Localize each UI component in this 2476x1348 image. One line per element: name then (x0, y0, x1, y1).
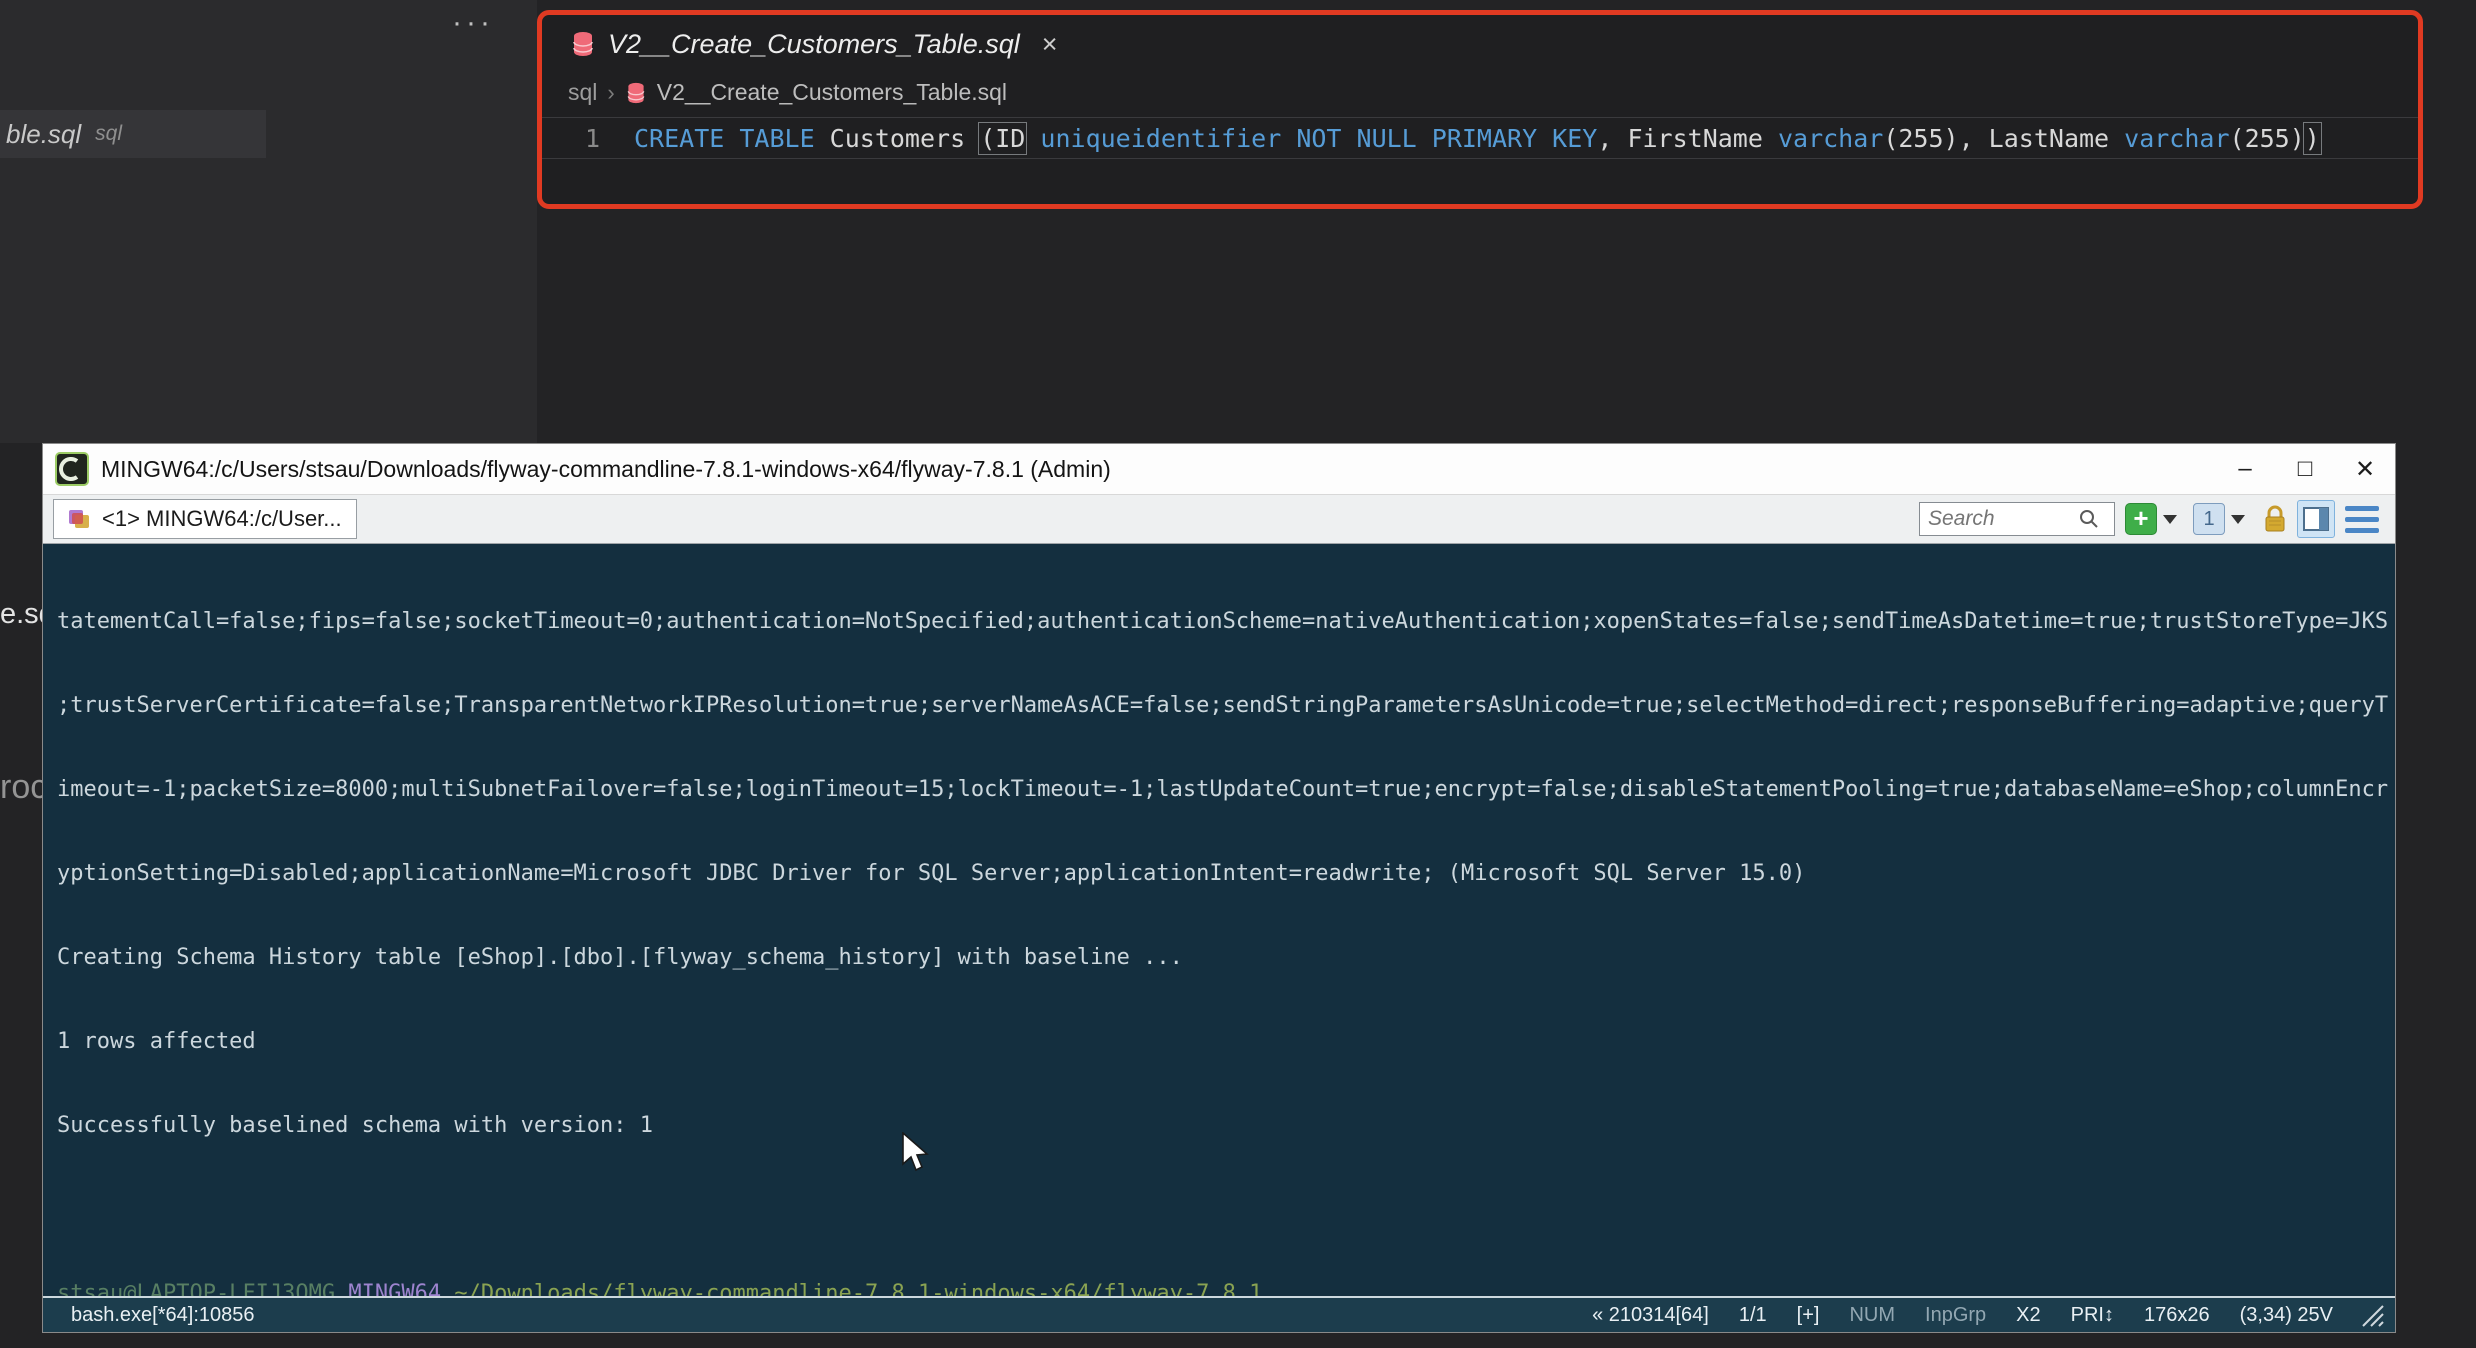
editor-annotation-box: V2__Create_Customers_Table.sql × sql › V… (537, 10, 2423, 209)
editor-tab-label: V2__Create_Customers_Table.sql (608, 28, 1020, 59)
terminal-line: imeout=-1;packetSize=8000;multiSubnetFai… (57, 777, 2389, 802)
code-token-type: uniqueidentifier (1040, 123, 1282, 153)
status-console-count: 1/1 (1738, 1303, 1767, 1326)
status-inpgrp: InpGrp (1925, 1303, 1987, 1326)
terminal-line: tatementCall=false;fips=false;socketTime… (57, 609, 2389, 634)
code-token-plain: (255) (2229, 123, 2305, 153)
editor-tab[interactable]: V2__Create_Customers_Table.sql × (560, 20, 1068, 68)
resize-grip[interactable] (2359, 1302, 2385, 1328)
background-tab-fragment: ble.sql sql (0, 110, 266, 158)
mingw-bash-icon (69, 510, 89, 528)
new-console-button[interactable]: + (2125, 503, 2185, 535)
close-icon[interactable]: × (1042, 29, 1058, 60)
code-token-type: varchar (1777, 123, 1884, 153)
prompt-env: MINGW64 (348, 1281, 442, 1296)
breadcrumb-file[interactable]: V2__Create_Customers_Table.sql (657, 79, 1007, 106)
breadcrumb: sql › V2__Create_Customers_Table.sql (568, 79, 1007, 106)
terminal-line: ;trustServerCertificate=false;Transparen… (57, 693, 2389, 718)
background-panel (0, 0, 537, 443)
active-console-button[interactable]: 1 (2193, 503, 2253, 535)
code-token-identifier: Customers (814, 123, 981, 153)
code-token-type: varchar (2124, 123, 2230, 153)
status-cursor-pos: (3,34) 25V (2239, 1303, 2333, 1326)
code-token-identifier: , FirstName (1597, 123, 1778, 153)
status-build: « 210314[64] (1592, 1303, 1709, 1326)
code-token-constraint: NOT NULL PRIMARY KEY (1296, 123, 1598, 153)
status-x2: X2 (2016, 1303, 2041, 1326)
sql-file-icon (627, 82, 645, 103)
status-numlock: NUM (1849, 1303, 1896, 1326)
terminal-tab-bar: <1> MINGW64:/c/User... + 1 (43, 494, 2395, 544)
toggle-sidebar-button[interactable] (2297, 500, 2335, 538)
admin-lock-button[interactable] (2261, 504, 2289, 534)
code-line[interactable]: 1 CREATE TABLE Customers (ID uniqueidenti… (542, 117, 2418, 159)
search-input[interactable] (1928, 507, 2078, 531)
terminal-line: Successfully baselined schema with versi… (57, 1113, 654, 1138)
window-title: MINGW64:/c/Users/stsau/Downloads/flyway-… (101, 455, 1111, 482)
lock-icon (2265, 505, 2285, 532)
prompt-user: stsau@LAPTOP-LFIJ3QMG (57, 1281, 336, 1296)
status-priority: PRI↕ (2070, 1303, 2114, 1326)
code-token-bracket-highlight: (ID (978, 121, 1028, 155)
breadcrumb-folder[interactable]: sql (568, 79, 597, 106)
minimize-button[interactable]: – (2215, 444, 2275, 494)
hamburger-menu-icon[interactable] (2345, 505, 2379, 533)
console-number-icon: 1 (2193, 503, 2225, 535)
mouse-pointer-icon (902, 1132, 929, 1172)
code-token-plain: (255), LastName (1883, 123, 2125, 153)
terminal-output[interactable]: tatementCall=false;fips=false;socketTime… (43, 544, 2395, 1296)
desktop: ble.sql sql e.sq roce ··· V2__Create_Cus… (0, 0, 2476, 1348)
more-actions-button[interactable]: ··· (452, 6, 494, 40)
status-console-size: 176x26 (2143, 1303, 2210, 1326)
panel-layout-icon (2303, 507, 2329, 531)
terminal-title-bar: MINGW64:/c/Users/stsau/Downloads/flyway-… (43, 444, 2395, 494)
search-box[interactable] (1919, 502, 2115, 536)
fragment-language-label: sql (95, 122, 123, 145)
conemu-icon (55, 452, 89, 486)
sql-file-icon (573, 32, 593, 56)
fragment-filename: ble.sql (6, 118, 82, 149)
code-token-keyword: CREATE TABLE (634, 123, 815, 153)
terminal-line: 1 rows affected (57, 1029, 256, 1054)
chevron-right-icon: › (607, 79, 615, 105)
status-process: bash.exe[*64]:10856 (71, 1303, 255, 1326)
maximize-button[interactable]: □ (2275, 444, 2335, 494)
status-new-indicator: [+] (1796, 1303, 1820, 1326)
search-icon (2080, 510, 2098, 528)
console-tab[interactable]: <1> MINGW64:/c/User... (53, 499, 357, 539)
prompt-path: ~/Downloads/flyway-commandline-7.8.1-win… (454, 1281, 1263, 1296)
console-tab-label: <1> MINGW64:/c/User... (102, 506, 342, 531)
line-number: 1 (584, 123, 600, 153)
terminal-line: Creating Schema History table [eShop].[d… (57, 945, 1183, 970)
terminal-line: yptionSetting=Disabled;applicationName=M… (57, 861, 1806, 886)
code-token-bracket-highlight: ) (2302, 121, 2322, 155)
terminal-prompt-line: stsau@LAPTOP-LFIJ3QMG MINGW64 ~/Download… (57, 1280, 2395, 1296)
terminal-status-bar: bash.exe[*64]:10856 « 210314[64] 1/1 [+]… (43, 1296, 2395, 1332)
terminal-window: MINGW64:/c/Users/stsau/Downloads/flyway-… (42, 443, 2396, 1333)
plus-icon: + (2125, 503, 2157, 535)
close-button[interactable]: ✕ (2335, 444, 2395, 494)
chevron-down-icon[interactable] (2163, 514, 2177, 524)
chevron-down-icon[interactable] (2231, 514, 2245, 524)
